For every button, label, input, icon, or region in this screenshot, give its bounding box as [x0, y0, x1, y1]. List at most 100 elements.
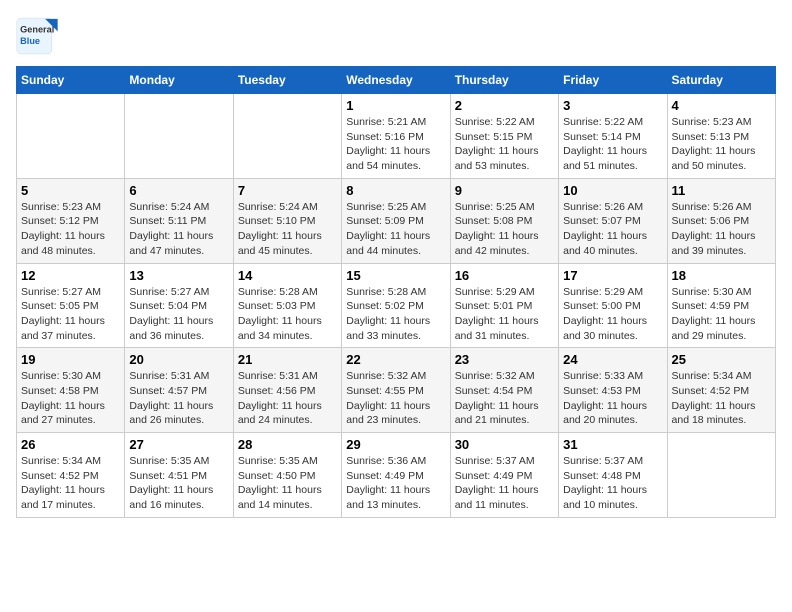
day-number: 29 — [346, 437, 445, 452]
calendar-cell: 27Sunrise: 5:35 AMSunset: 4:51 PMDayligh… — [125, 433, 233, 518]
day-number: 21 — [238, 352, 337, 367]
calendar-cell: 17 Sunrise: 5:29 AMSunset: 5:00 PMDayligh… — [559, 263, 667, 348]
day-number: 17 — [563, 268, 662, 283]
calendar-cell — [667, 433, 775, 518]
calendar-cell: 24 Sunrise: 5:33 AMSunset: 4:53 PMDayligh… — [559, 348, 667, 433]
day-number: 4 — [672, 98, 771, 113]
calendar-cell: 12 Sunrise: 5:27 AMSunset: 5:05 PMDayligh… — [17, 263, 125, 348]
day-number: 16 — [455, 268, 554, 283]
day-info: Sunrise: 5:37 AMSunset: 4:49 PMDaylight:… — [455, 454, 554, 513]
day-number: 30 — [455, 437, 554, 452]
header-row: SundayMondayTuesdayWednesdayThursdayFrid… — [17, 67, 776, 94]
header-day: Saturday — [667, 67, 775, 94]
day-info: Sunrise: 5:34 AMSunset: 4:52 PMDaylight:… — [21, 454, 120, 513]
day-number: 1 — [346, 98, 445, 113]
day-info: Sunrise: 5:24 AMSunset: 5:10 PMDaylight:… — [238, 200, 337, 259]
day-info: Sunrise: 5:26 AMSunset: 5:07 PMDaylight:… — [563, 200, 662, 259]
calendar-cell: 31Sunrise: 5:37 AMSunset: 4:48 PMDayligh… — [559, 433, 667, 518]
calendar-cell: 14 Sunrise: 5:28 AMSunset: 5:03 PMDayligh… — [233, 263, 341, 348]
day-number: 14 — [238, 268, 337, 283]
day-info: Sunrise: 5:31 AMSunset: 4:57 PMDaylight:… — [129, 369, 228, 428]
calendar-cell: 19 Sunrise: 5:30 AMSunset: 4:58 PMDayligh… — [17, 348, 125, 433]
day-number: 8 — [346, 183, 445, 198]
day-info: Sunrise: 5:32 AMSunset: 4:55 PMDaylight:… — [346, 369, 445, 428]
day-info: Sunrise: 5:29 AMSunset: 5:01 PMDaylight:… — [455, 285, 554, 344]
day-info: Sunrise: 5:29 AMSunset: 5:00 PMDaylight:… — [563, 285, 662, 344]
day-number: 11 — [672, 183, 771, 198]
calendar-cell: 4 Sunrise: 5:23 AMSunset: 5:13 PMDaylight… — [667, 94, 775, 179]
day-number: 18 — [672, 268, 771, 283]
day-number: 12 — [21, 268, 120, 283]
calendar-cell: 30 Sunrise: 5:37 AMSunset: 4:49 PMDayligh… — [450, 433, 558, 518]
day-info: Sunrise: 5:28 AMSunset: 5:03 PMDaylight:… — [238, 285, 337, 344]
day-info: Sunrise: 5:23 AMSunset: 5:12 PMDaylight:… — [21, 200, 120, 259]
calendar-week: 1 Sunrise: 5:21 AMSunset: 5:16 PMDaylight… — [17, 94, 776, 179]
calendar-cell: 21Sunrise: 5:31 AMSunset: 4:56 PMDayligh… — [233, 348, 341, 433]
day-number: 28 — [238, 437, 337, 452]
calendar-week: 19 Sunrise: 5:30 AMSunset: 4:58 PMDayligh… — [17, 348, 776, 433]
day-info: Sunrise: 5:30 AMSunset: 4:58 PMDaylight:… — [21, 369, 120, 428]
calendar-cell: 26 Sunrise: 5:34 AMSunset: 4:52 PMDayligh… — [17, 433, 125, 518]
day-info: Sunrise: 5:21 AMSunset: 5:16 PMDaylight:… — [346, 115, 445, 174]
day-number: 6 — [129, 183, 228, 198]
calendar-cell: 1 Sunrise: 5:21 AMSunset: 5:16 PMDaylight… — [342, 94, 450, 179]
day-info: Sunrise: 5:35 AMSunset: 4:50 PMDaylight:… — [238, 454, 337, 513]
calendar-cell: 22Sunrise: 5:32 AMSunset: 4:55 PMDayligh… — [342, 348, 450, 433]
calendar-week: 26 Sunrise: 5:34 AMSunset: 4:52 PMDayligh… — [17, 433, 776, 518]
calendar-cell — [17, 94, 125, 179]
day-info: Sunrise: 5:35 AMSunset: 4:51 PMDaylight:… — [129, 454, 228, 513]
calendar-cell: 15 Sunrise: 5:28 AMSunset: 5:02 PMDayligh… — [342, 263, 450, 348]
calendar-cell: 9 Sunrise: 5:25 AMSunset: 5:08 PMDaylight… — [450, 178, 558, 263]
calendar-cell: 7 Sunrise: 5:24 AMSunset: 5:10 PMDaylight… — [233, 178, 341, 263]
day-info: Sunrise: 5:27 AMSunset: 5:05 PMDaylight:… — [21, 285, 120, 344]
day-number: 26 — [21, 437, 120, 452]
calendar-cell: 18Sunrise: 5:30 AMSunset: 4:59 PMDayligh… — [667, 263, 775, 348]
calendar-cell: 23Sunrise: 5:32 AMSunset: 4:54 PMDayligh… — [450, 348, 558, 433]
day-number: 7 — [238, 183, 337, 198]
day-info: Sunrise: 5:28 AMSunset: 5:02 PMDaylight:… — [346, 285, 445, 344]
logo-svg: General Blue — [16, 16, 66, 56]
day-number: 24 — [563, 352, 662, 367]
day-info: Sunrise: 5:34 AMSunset: 4:52 PMDaylight:… — [672, 369, 771, 428]
day-info: Sunrise: 5:24 AMSunset: 5:11 PMDaylight:… — [129, 200, 228, 259]
page-header: General Blue — [16, 16, 776, 56]
calendar-cell — [233, 94, 341, 179]
day-info: Sunrise: 5:27 AMSunset: 5:04 PMDaylight:… — [129, 285, 228, 344]
day-info: Sunrise: 5:25 AMSunset: 5:09 PMDaylight:… — [346, 200, 445, 259]
day-info: Sunrise: 5:25 AMSunset: 5:08 PMDaylight:… — [455, 200, 554, 259]
day-info: Sunrise: 5:22 AMSunset: 5:14 PMDaylight:… — [563, 115, 662, 174]
day-info: Sunrise: 5:33 AMSunset: 4:53 PMDaylight:… — [563, 369, 662, 428]
calendar-cell: 3Sunrise: 5:22 AMSunset: 5:14 PMDaylight… — [559, 94, 667, 179]
calendar-cell: 29 Sunrise: 5:36 AMSunset: 4:49 PMDayligh… — [342, 433, 450, 518]
calendar-cell: 11 Sunrise: 5:26 AMSunset: 5:06 PMDayligh… — [667, 178, 775, 263]
calendar-week: 5 Sunrise: 5:23 AMSunset: 5:12 PMDaylight… — [17, 178, 776, 263]
calendar-header: SundayMondayTuesdayWednesdayThursdayFrid… — [17, 67, 776, 94]
day-info: Sunrise: 5:26 AMSunset: 5:06 PMDaylight:… — [672, 200, 771, 259]
day-number: 19 — [21, 352, 120, 367]
calendar-cell — [125, 94, 233, 179]
header-day: Wednesday — [342, 67, 450, 94]
day-info: Sunrise: 5:36 AMSunset: 4:49 PMDaylight:… — [346, 454, 445, 513]
calendar-cell: 2 Sunrise: 5:22 AMSunset: 5:15 PMDaylight… — [450, 94, 558, 179]
day-info: Sunrise: 5:22 AMSunset: 5:15 PMDaylight:… — [455, 115, 554, 174]
svg-text:General: General — [20, 24, 54, 34]
calendar-cell: 13Sunrise: 5:27 AMSunset: 5:04 PMDayligh… — [125, 263, 233, 348]
day-number: 20 — [129, 352, 228, 367]
day-info: Sunrise: 5:23 AMSunset: 5:13 PMDaylight:… — [672, 115, 771, 174]
day-info: Sunrise: 5:32 AMSunset: 4:54 PMDaylight:… — [455, 369, 554, 428]
day-number: 2 — [455, 98, 554, 113]
day-number: 5 — [21, 183, 120, 198]
logo: General Blue — [16, 16, 66, 56]
day-number: 25 — [672, 352, 771, 367]
calendar-cell: 16 Sunrise: 5:29 AMSunset: 5:01 PMDayligh… — [450, 263, 558, 348]
header-day: Thursday — [450, 67, 558, 94]
calendar-week: 12 Sunrise: 5:27 AMSunset: 5:05 PMDayligh… — [17, 263, 776, 348]
day-number: 9 — [455, 183, 554, 198]
day-number: 31 — [563, 437, 662, 452]
calendar-cell: 8 Sunrise: 5:25 AMSunset: 5:09 PMDaylight… — [342, 178, 450, 263]
calendar-cell: 10 Sunrise: 5:26 AMSunset: 5:07 PMDayligh… — [559, 178, 667, 263]
calendar-cell: 6 Sunrise: 5:24 AMSunset: 5:11 PMDaylight… — [125, 178, 233, 263]
day-number: 10 — [563, 183, 662, 198]
header-day: Tuesday — [233, 67, 341, 94]
day-number: 15 — [346, 268, 445, 283]
